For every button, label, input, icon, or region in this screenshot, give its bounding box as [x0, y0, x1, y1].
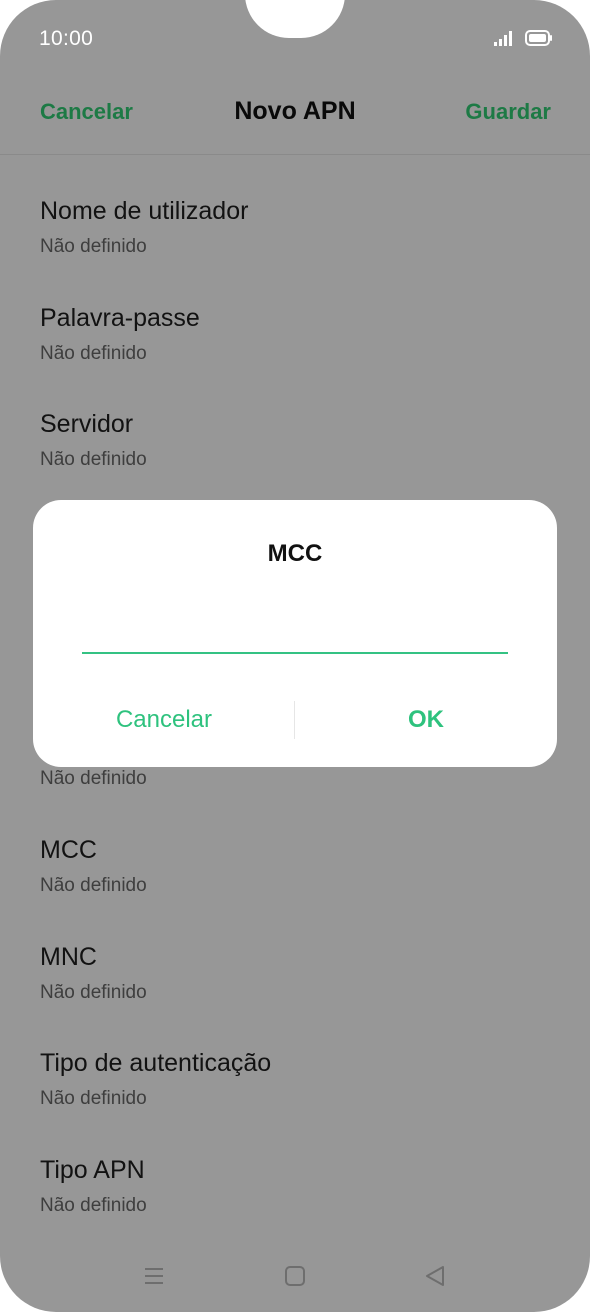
signal-icon — [494, 31, 512, 46]
navigation-bar — [0, 1250, 590, 1302]
setting-title: Nome de utilizador — [40, 197, 249, 225]
header-save-button[interactable]: Guardar — [465, 99, 551, 125]
home-icon[interactable] — [283, 1264, 307, 1288]
setting-value: Não definido — [40, 343, 147, 364]
setting-mcc[interactable]: MCC Não definido — [40, 836, 550, 926]
setting-title: Tipo de autenticação — [40, 1049, 272, 1077]
setting-value: Não definido — [40, 875, 147, 896]
mcc-input[interactable] — [82, 604, 508, 654]
setting-title: Tipo APN — [40, 1156, 145, 1184]
dialog-cancel-button[interactable]: Cancelar — [33, 706, 295, 734]
setting-password[interactable]: Palavra-passe Não definido — [40, 304, 550, 394]
setting-title: Palavra-passe — [40, 304, 200, 332]
setting-value: Não definido — [40, 1195, 147, 1216]
phone-screen: 10:00 Cancelar Novo APN Guardar Nome de … — [0, 0, 590, 1312]
setting-value: Não definido — [40, 768, 147, 789]
setting-title: MCC — [40, 836, 97, 864]
menu-icon[interactable] — [142, 1264, 166, 1288]
setting-title: Servidor — [40, 410, 134, 438]
setting-username[interactable]: Nome de utilizador Não definido — [40, 197, 550, 287]
setting-value: Não definido — [40, 1088, 147, 1109]
dialog-title: MCC — [267, 540, 323, 567]
setting-title: MNC — [40, 943, 97, 971]
setting-mnc[interactable]: MNC Não definido — [40, 943, 550, 1033]
mcc-dialog: MCC Cancelar OK — [33, 500, 557, 767]
app-header: Cancelar Novo APN Guardar — [0, 80, 590, 155]
setting-value: Não definido — [40, 449, 147, 470]
setting-value: Não definido — [40, 982, 147, 1003]
battery-icon — [525, 30, 552, 46]
dialog-ok-button[interactable]: OK — [295, 706, 557, 734]
back-icon[interactable] — [423, 1264, 447, 1288]
setting-apn-type[interactable]: Tipo APN Não definido — [40, 1156, 550, 1246]
status-bar: 10:00 — [0, 0, 590, 80]
setting-value: Não definido — [40, 236, 147, 257]
setting-server[interactable]: Servidor Não definido — [40, 410, 550, 500]
setting-auth-type[interactable]: Tipo de autenticação Não definido — [40, 1049, 550, 1139]
status-time: 10:00 — [39, 27, 94, 50]
